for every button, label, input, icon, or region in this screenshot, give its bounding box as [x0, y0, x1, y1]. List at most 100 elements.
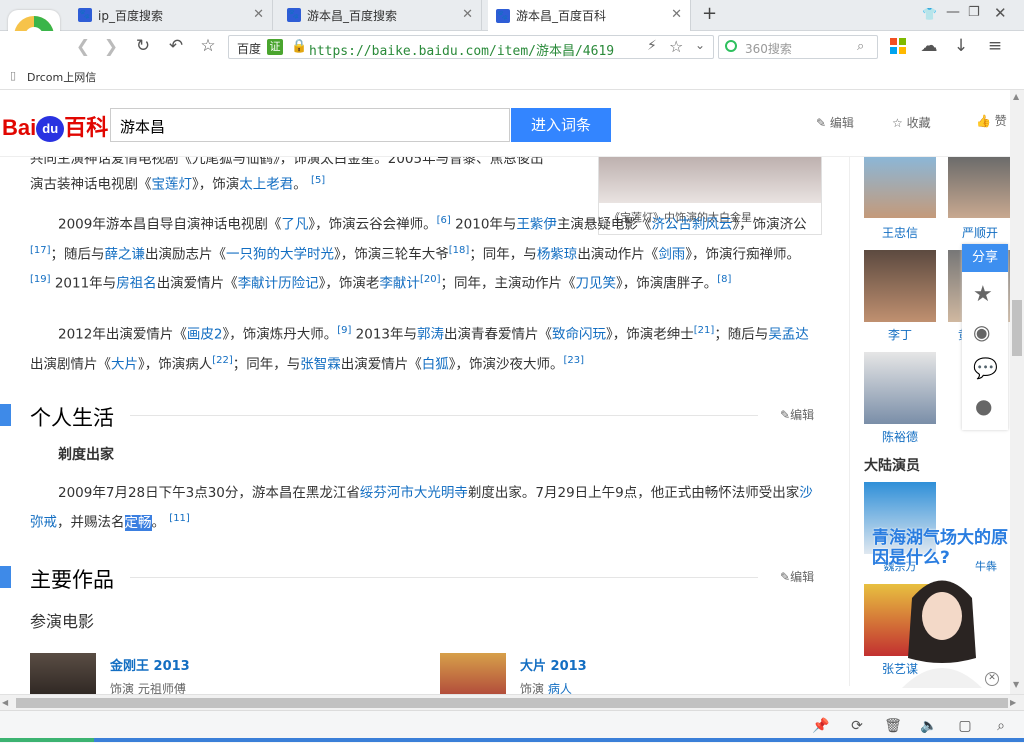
accelerate-icon[interactable]: ⟳	[846, 716, 868, 736]
favorite-star-icon[interactable]: ☆	[669, 37, 683, 56]
weibo-icon[interactable]: ◉	[973, 320, 990, 344]
refresh-icon[interactable]: ↻	[132, 36, 154, 56]
link-guo-tao[interactable]: 郭涛	[417, 327, 444, 343]
undo-icon[interactable]: ↶	[165, 36, 187, 56]
role-link[interactable]: 病人	[548, 682, 572, 694]
search-icon[interactable]: ⌕	[857, 39, 864, 54]
citation[interactable]: [5]	[311, 175, 325, 186]
citation[interactable]: [23]	[564, 355, 585, 366]
person-name[interactable]: 李丁	[864, 326, 936, 343]
scroll-thumb[interactable]	[16, 698, 1008, 708]
ad-portrait[interactable]	[892, 568, 992, 688]
link-jianyu[interactable]: 剑雨	[658, 246, 685, 262]
like-button[interactable]: 👍 赞	[976, 112, 1007, 129]
citation[interactable]: [20]	[420, 274, 441, 285]
person-photo[interactable]	[864, 156, 936, 218]
horizontal-scrollbar[interactable]: ◀ ▶	[0, 694, 1024, 711]
enter-entry-button[interactable]: 进入词条	[511, 108, 611, 142]
link-zhang-zhilin[interactable]: 张智霖	[300, 356, 341, 372]
trash-icon[interactable]: 🗑	[882, 716, 904, 736]
link-zhiming-shanwan[interactable]: 致命闪玩	[552, 327, 606, 343]
link-dagaungming-temple[interactable]: 绥芬河市大光明寺	[360, 485, 468, 501]
citation[interactable]: [9]	[337, 325, 351, 336]
new-tab-button[interactable]: +	[702, 3, 717, 24]
ad-close-icon[interactable]: ✕	[985, 672, 999, 686]
person-name[interactable]: 王忠信	[864, 224, 936, 241]
close-tab-icon[interactable]: ✕	[253, 7, 264, 22]
baidu-logo[interactable]: Bai du 百科	[2, 110, 108, 142]
link-yang-ziqiong[interactable]: 杨紫琼	[537, 246, 578, 262]
person-name[interactable]: 陈裕德	[864, 428, 936, 445]
citation[interactable]: [18]	[449, 245, 470, 256]
search-360-box[interactable]: 360搜索 ⌕	[718, 35, 878, 59]
download-icon[interactable]: ↓	[950, 36, 972, 56]
window-icon[interactable]: ▢	[954, 716, 976, 736]
person-photo[interactable]	[864, 352, 936, 424]
close-window-button[interactable]: ✕	[994, 4, 1007, 22]
scroll-right-arrow[interactable]: ▶	[1010, 698, 1016, 707]
citation[interactable]: [17]	[30, 245, 51, 256]
scroll-down-arrow[interactable]: ▼	[1013, 680, 1019, 689]
search-input[interactable]: 360搜索	[745, 40, 792, 57]
citation[interactable]: [11]	[169, 513, 190, 524]
link-baolian-deng[interactable]: 宝莲灯	[152, 177, 193, 193]
baolian-deng-photo[interactable]	[599, 151, 821, 203]
collect-button[interactable]: ☆ 收藏	[892, 114, 931, 131]
link-daojianxiao[interactable]: 刀见笑	[575, 276, 616, 292]
qzone-star-icon[interactable]: ★	[973, 282, 993, 307]
person-photo[interactable]	[864, 250, 936, 322]
film-title-dapian[interactable]: 大片 2013	[520, 655, 587, 674]
edit-entry-button[interactable]: ✎ 编辑	[816, 114, 854, 131]
link-liaofan[interactable]: 了凡	[281, 217, 308, 233]
link-dapian[interactable]: 大片	[111, 356, 138, 372]
baike-search-input[interactable]: 游本昌	[110, 108, 510, 142]
tab-youbenchang-search[interactable]: 🐾 游本昌_百度搜索 ✕	[279, 0, 482, 30]
address-bar[interactable]: 百度 证 🔒 https://baike.baidu.com/item/游本昌/…	[228, 35, 714, 59]
section-edit-button[interactable]: ✎编辑	[780, 568, 814, 585]
pin-icon[interactable]: 📌	[810, 716, 832, 736]
ad-headline[interactable]: 青海湖气场大的原因是什么?	[872, 528, 1010, 568]
close-tab-icon[interactable]: ✕	[671, 7, 682, 22]
chevron-down-icon[interactable]: ⌄	[695, 38, 705, 52]
back-icon[interactable]: ❮	[72, 37, 94, 57]
forward-icon[interactable]: ❯	[100, 37, 122, 57]
link-taishang-laojun[interactable]: 太上老君	[239, 177, 293, 193]
maximize-button[interactable]: ❐	[968, 5, 980, 20]
close-tab-icon[interactable]: ✕	[462, 7, 473, 22]
scroll-thumb[interactable]	[1012, 300, 1022, 356]
link-wang-ziyi[interactable]: 王紫伊	[516, 217, 557, 233]
minimize-button[interactable]: —	[946, 4, 960, 20]
link-huapi2[interactable]: 画皮2	[187, 327, 223, 343]
film-poster-jingangwang[interactable]	[30, 653, 96, 694]
section-edit-button[interactable]: ✎编辑	[780, 406, 814, 423]
link-wu-mengda[interactable]: 吴孟达	[768, 327, 809, 343]
citation[interactable]: [6]	[437, 215, 451, 226]
skin-icon[interactable]: 👕	[922, 7, 937, 21]
tab-youbenchang-baike[interactable]: 🐾 游本昌_百度百科 ✕	[488, 0, 691, 31]
citation[interactable]: [22]	[212, 355, 233, 366]
scroll-left-arrow[interactable]: ◀	[2, 698, 8, 707]
cloud-icon[interactable]: ☁	[918, 36, 940, 56]
tab-ip-search[interactable]: 🐾 ip_百度搜索 ✕	[70, 0, 273, 30]
citation[interactable]: [21]	[694, 325, 715, 336]
film-poster-dapian[interactable]	[440, 653, 506, 694]
link-li-xianji-adventure[interactable]: 李献计历险记	[238, 276, 319, 292]
lightning-icon[interactable]: ⚡	[647, 38, 657, 54]
citation[interactable]: [8]	[717, 274, 731, 285]
link-xue-zhiqian[interactable]: 薛之谦	[105, 246, 146, 262]
link-jigong-gusha[interactable]: 济公古刹风云	[651, 217, 732, 233]
bookmark-drcom[interactable]: Drcom上网信	[27, 69, 96, 85]
person-name[interactable]: 严顺开	[944, 224, 1010, 241]
zoom-icon[interactable]: ⌕	[990, 716, 1012, 736]
volume-icon[interactable]: 🔈	[918, 716, 940, 736]
scroll-up-arrow[interactable]: ▲	[1013, 92, 1019, 101]
qq-icon[interactable]: ●	[975, 394, 992, 418]
wechat-icon[interactable]: 💬	[973, 356, 998, 380]
link-baihu[interactable]: 白狐	[422, 356, 449, 372]
menu-icon[interactable]: ≡	[984, 36, 1006, 56]
citation[interactable]: [19]	[30, 274, 51, 285]
vertical-scrollbar[interactable]: ▲ ▼	[1010, 90, 1024, 694]
link-fang-zuming[interactable]: 房祖名	[116, 276, 157, 292]
apps-grid-icon[interactable]	[890, 38, 906, 54]
film-title-jingangwang[interactable]: 金刚王 2013	[110, 655, 190, 674]
